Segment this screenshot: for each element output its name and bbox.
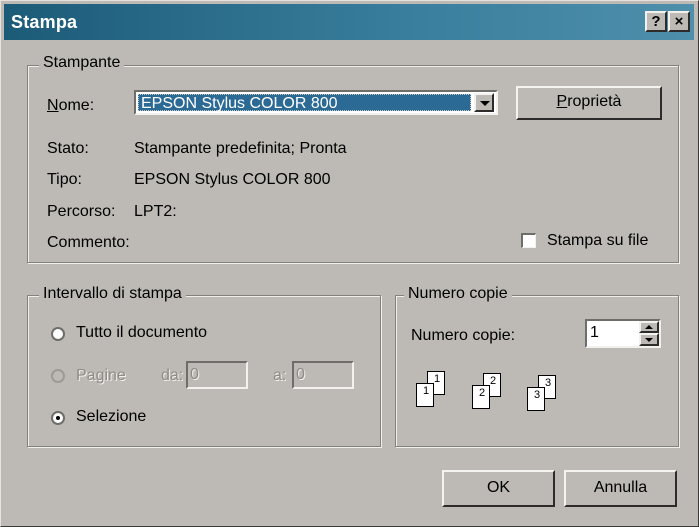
printer-name-value: EPSON Stylus COLOR 800 [138, 94, 471, 112]
spin-down-button[interactable] [639, 333, 659, 346]
copies-legend: Numero copie [404, 285, 512, 303]
close-button[interactable]: × [668, 11, 690, 32]
print-to-file-label[interactable]: Stampa su file [547, 232, 648, 250]
chevron-down-icon [480, 101, 490, 106]
from-label: da: [161, 367, 184, 384]
copies-spinner[interactable]: 1 [585, 319, 661, 348]
pages-label[interactable]: Pagine [76, 367, 126, 385]
ok-button[interactable]: OK [442, 470, 555, 507]
collate-page: 3 [527, 387, 545, 411]
from-page-value: 0 [190, 366, 199, 383]
status-label: Stato: [47, 140, 89, 157]
properties-button-label: roprietà [567, 93, 622, 110]
printer-name-select[interactable]: EPSON Stylus COLOR 800 [134, 90, 498, 115]
comment-label: Commento: [47, 234, 130, 251]
type-value: EPSON Stylus COLOR 800 [134, 171, 331, 188]
all-document-label[interactable]: Tutto il documento [76, 324, 207, 342]
spin-up-button[interactable] [639, 321, 659, 333]
to-page-value: 0 [296, 366, 305, 383]
collate-page: 2 [472, 385, 490, 409]
from-page-input[interactable]: 0 [186, 361, 248, 389]
to-label: a: [273, 367, 287, 384]
copies-label: Numero copie: [411, 327, 516, 344]
print-dialog: Stampa ? × Stampante Nome: EPSON Stylus … [0, 0, 699, 527]
selection-label[interactable]: Selezione [76, 408, 146, 426]
arrow-down-icon [645, 338, 653, 342]
printer-group-legend: Stampante [39, 54, 125, 72]
print-range-legend: Intervallo di stampa [39, 285, 186, 303]
properties-button-accel: P [556, 93, 568, 110]
name-label: Nome: [47, 97, 95, 114]
window-title: Stampa [11, 12, 78, 32]
dropdown-arrow-button[interactable] [474, 93, 494, 112]
properties-button[interactable]: Proprietà [516, 86, 662, 120]
path-label: Percorso: [47, 203, 116, 220]
radio-pages[interactable] [51, 369, 65, 383]
copies-value[interactable]: 1 [590, 324, 599, 342]
title-bar[interactable]: Stampa ? × [4, 4, 694, 40]
help-button[interactable]: ? [645, 11, 667, 32]
cancel-button[interactable]: Annulla [564, 470, 677, 507]
path-value: LPT2: [134, 203, 177, 220]
collate-page: 1 [416, 383, 434, 407]
type-label: Tipo: [47, 171, 82, 188]
radio-all-document[interactable] [51, 327, 65, 341]
to-page-input[interactable]: 0 [292, 361, 354, 389]
status-value: Stampante predefinita; Pronta [134, 140, 347, 157]
radio-selection[interactable] [51, 411, 65, 425]
print-to-file-checkbox[interactable] [521, 233, 536, 248]
arrow-up-icon [645, 325, 653, 329]
